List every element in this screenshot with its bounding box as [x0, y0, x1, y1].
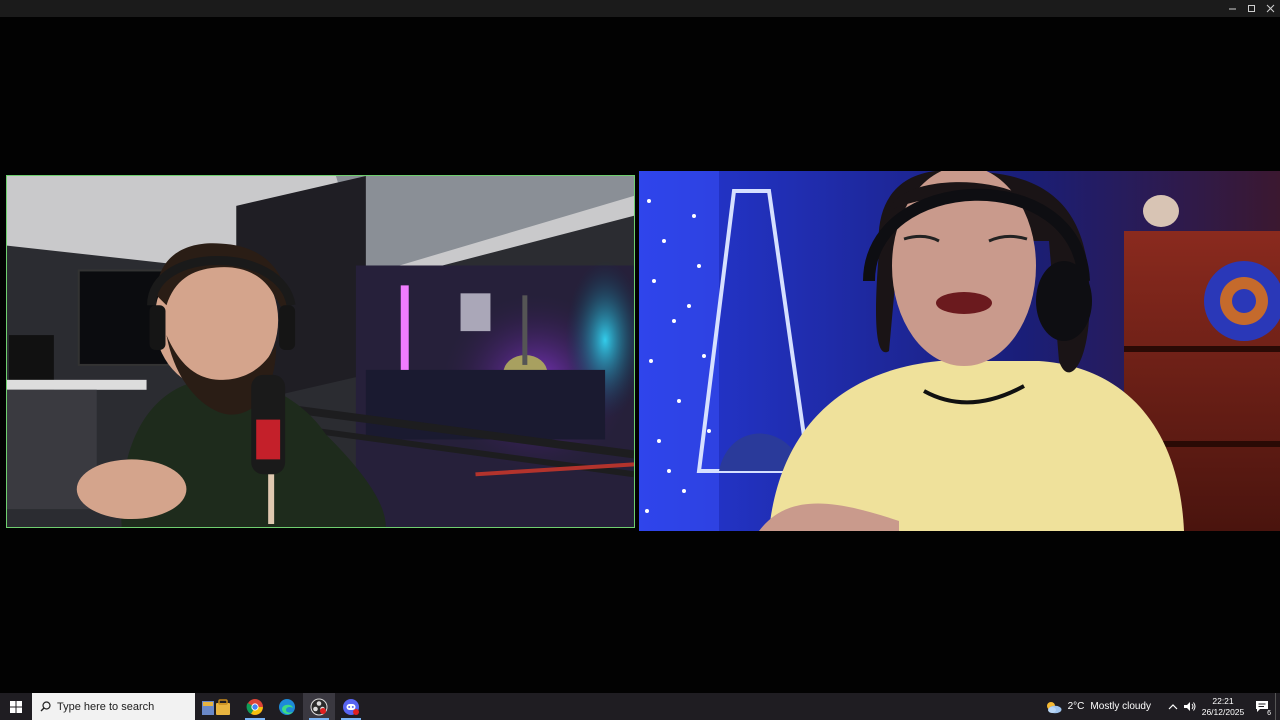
system-tray: 2°C Mostly cloudy 22:21 26/12/2025 6 [1044, 693, 1280, 720]
weather-widget[interactable]: 2°C Mostly cloudy [1044, 700, 1151, 714]
taskbar-app-discord[interactable] [335, 693, 367, 720]
volume-button[interactable] [1181, 693, 1197, 720]
start-button[interactable] [0, 693, 32, 720]
search-icon [40, 701, 51, 712]
video-feed-left [7, 176, 634, 527]
chrome-icon [246, 698, 263, 715]
notification-center-button[interactable]: 6 [1249, 693, 1275, 720]
video-feed-right [639, 171, 1280, 531]
window-controls [1223, 0, 1280, 17]
discord-icon [343, 698, 359, 715]
clock-date: 26/12/2025 [1201, 706, 1245, 717]
windows-icon [10, 700, 22, 713]
chevron-up-icon [1168, 703, 1178, 709]
taskbar-search[interactable]: Type here to search [32, 693, 195, 720]
search-placeholder: Type here to search [57, 700, 155, 713]
edge-icon [279, 698, 295, 715]
video-call-window [0, 0, 1280, 693]
weather-temperature: 2°C [1067, 701, 1085, 712]
cloudy-weather-icon [1046, 701, 1062, 713]
taskbar-app-obs[interactable] [303, 693, 335, 720]
taskbar-clock[interactable]: 22:21 26/12/2025 [1197, 696, 1249, 718]
taskbar: Type here to search 2°C Mostly cloudy 22… [0, 693, 1280, 720]
weather-condition: Mostly cloudy [1090, 701, 1151, 712]
notification-count: 6 [1267, 710, 1271, 717]
minimize-button[interactable] [1223, 0, 1242, 17]
taskbar-app-news[interactable] [195, 693, 239, 720]
show-desktop-button[interactable] [1275, 693, 1280, 720]
participant-video-left[interactable] [6, 175, 635, 528]
taskbar-app-chrome[interactable] [239, 693, 271, 720]
maximize-button[interactable] [1242, 0, 1261, 17]
participant-video-right[interactable] [639, 171, 1280, 531]
show-hidden-icons-button[interactable] [1165, 693, 1181, 720]
speaker-icon [1183, 702, 1195, 711]
close-button[interactable] [1261, 0, 1280, 17]
clock-time: 22:21 [1212, 695, 1234, 706]
close-icon [1266, 4, 1275, 13]
title-bar [0, 0, 1280, 17]
obs-icon [310, 698, 328, 715]
maximize-icon [1248, 5, 1255, 12]
taskbar-app-edge[interactable] [271, 693, 303, 720]
minimize-icon [1229, 8, 1236, 10]
news-icon [202, 698, 230, 715]
